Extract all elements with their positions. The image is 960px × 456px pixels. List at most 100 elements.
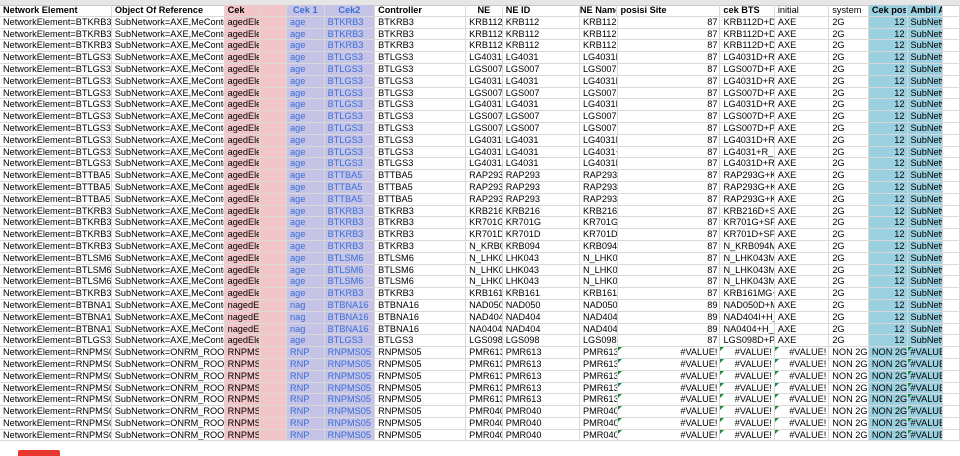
cell[interactable]: 12 [869, 29, 908, 40]
cell[interactable]: BTLGS3 [375, 123, 466, 134]
cell[interactable] [943, 288, 960, 299]
cell[interactable]: NON 2G [829, 394, 869, 405]
cell[interactable]: #VALUE! [720, 371, 774, 382]
cell[interactable]: 87 [618, 265, 721, 276]
cell[interactable]: #VALUE! [618, 418, 721, 429]
cell[interactable]: NetworkElement=BTLGS3 [0, 64, 112, 75]
cell[interactable]: agedEler [225, 88, 261, 99]
cell[interactable]: 2G [829, 300, 869, 311]
cell[interactable]: SubNetwork=AXE [908, 276, 944, 287]
cell[interactable]: agedEler [225, 52, 261, 63]
cell[interactable]: 2G [829, 335, 869, 346]
cell[interactable]: RNPMS05 [325, 394, 375, 405]
cell[interactable]: NON 2G [869, 383, 908, 394]
cell[interactable]: NAD050D+MAKAM_P [580, 300, 618, 311]
cell[interactable]: 2G [829, 88, 869, 99]
cell[interactable]: RAP293G+KUBANG2 [466, 170, 503, 181]
cell[interactable]: age [287, 111, 325, 122]
cell[interactable]: NON 2G [869, 394, 908, 405]
cell[interactable]: 87 [618, 29, 721, 40]
cell[interactable]: BTLGS3 [325, 123, 375, 134]
cell[interactable]: BTLGS3 [375, 76, 466, 87]
cell[interactable]: 2G [829, 123, 869, 134]
cell[interactable]: agedEler [225, 229, 261, 240]
cell[interactable]: 12 [869, 312, 908, 323]
cell[interactable]: 12 [869, 111, 908, 122]
cell[interactable]: LGS007D+PNARO [466, 111, 503, 122]
cell[interactable]: AXE [775, 276, 829, 287]
cell[interactable] [943, 123, 960, 134]
cell[interactable]: age [287, 135, 325, 146]
cell[interactable]: 12 [869, 335, 908, 346]
cell[interactable]: nagedEle [225, 300, 261, 311]
cell[interactable]: N_KRB094MG+SUMU [466, 241, 503, 252]
cell[interactable] [943, 29, 960, 40]
cell[interactable]: NetworkElement=BTTBA5 [0, 182, 112, 193]
cell[interactable]: SubNetwork=AXE [908, 29, 944, 40]
cell[interactable] [943, 88, 960, 99]
cell[interactable] [943, 324, 960, 335]
cell[interactable]: SubNetwork=AXE,MeContext= [112, 265, 225, 276]
cell[interactable]: BTLGS3 [325, 88, 375, 99]
cell[interactable]: #VALUE! [908, 371, 944, 382]
cell[interactable]: SubNetwork=AXE [908, 265, 944, 276]
cell[interactable]: BTKRB3 [325, 206, 375, 217]
cell[interactable]: NON 2G [829, 383, 869, 394]
cell[interactable]: age [287, 253, 325, 264]
cell[interactable]: KR701D+SP_OPAK [580, 229, 618, 240]
cell[interactable]: SubNetwork=AXE,MeContext= [112, 194, 225, 205]
cell[interactable]: LGS007D+PNARO [580, 88, 618, 99]
cell[interactable]: SubNetwork=AXE,MeContext= [112, 40, 225, 51]
cell[interactable]: BTKRB3 [375, 17, 466, 28]
cell[interactable]: agedEler [225, 182, 261, 193]
cell[interactable]: 87 [618, 88, 721, 99]
cell[interactable]: 12 [869, 17, 908, 28]
cell[interactable]: 12 [869, 52, 908, 63]
cell[interactable]: SubNetwork=AXE [908, 17, 944, 28]
cell[interactable]: RNPMS05 [375, 430, 466, 441]
cell[interactable]: LGS098D+PIDI2 [720, 335, 774, 346]
cell[interactable]: #VALUE! [720, 406, 774, 417]
cell[interactable]: SubNetwork=AXE [908, 241, 944, 252]
cell[interactable]: NetworkElement=BTLGS3 [0, 111, 112, 122]
cell[interactable]: BTLGS3 [375, 111, 466, 122]
cell[interactable]: RNPMS05 [375, 418, 466, 429]
cell[interactable]: RNPMS05 [225, 406, 261, 417]
cell[interactable]: 87 [618, 135, 721, 146]
cell[interactable]: #VALUE! [720, 347, 774, 358]
cell[interactable]: SubNetwork=AXE,MeContext= [112, 312, 225, 323]
cell[interactable]: 87 [618, 335, 721, 346]
cell[interactable]: 12 [869, 76, 908, 87]
cell[interactable]: N_LHK043MG+NGAM [466, 265, 503, 276]
cell[interactable] [260, 52, 287, 63]
cell[interactable]: AXE [775, 288, 829, 299]
cell[interactable]: NON 2G [829, 418, 869, 429]
cell[interactable]: AXE [775, 241, 829, 252]
cell[interactable]: BTLGS3 [375, 64, 466, 75]
cell[interactable]: AXE [775, 265, 829, 276]
cell[interactable]: LG4031 [503, 158, 580, 169]
cell[interactable]: BTBNA16 [375, 300, 466, 311]
cell[interactable] [260, 371, 287, 382]
cell[interactable]: NetworkElement=BTTBA5 [0, 194, 112, 205]
cell[interactable]: 12 [869, 241, 908, 252]
cell[interactable]: NetworkElement=BTKRB3 [0, 241, 112, 252]
cell[interactable] [260, 430, 287, 441]
cell[interactable]: 2G [829, 52, 869, 63]
cell[interactable]: 89 [618, 300, 721, 311]
cell[interactable]: nagedEle [225, 312, 261, 323]
cell[interactable]: LGS007 [503, 88, 580, 99]
cell[interactable] [260, 40, 287, 51]
cell[interactable]: #VALUE! [908, 347, 944, 358]
cell[interactable]: 12 [869, 170, 908, 181]
cell[interactable]: 87 [618, 76, 721, 87]
cell[interactable]: KR701G+SP_OPAK [720, 217, 774, 228]
cell[interactable]: NON 2G [869, 359, 908, 370]
cell[interactable]: NetworkElement=BTBNA16 [0, 324, 112, 335]
cell[interactable] [943, 17, 960, 28]
cell[interactable]: NetworkElement=BTLGS3 [0, 158, 112, 169]
column-header[interactable] [260, 5, 287, 16]
cell[interactable]: agedEler [225, 276, 261, 287]
cell[interactable]: age [287, 182, 325, 193]
cell[interactable]: BTKRB3 [375, 229, 466, 240]
